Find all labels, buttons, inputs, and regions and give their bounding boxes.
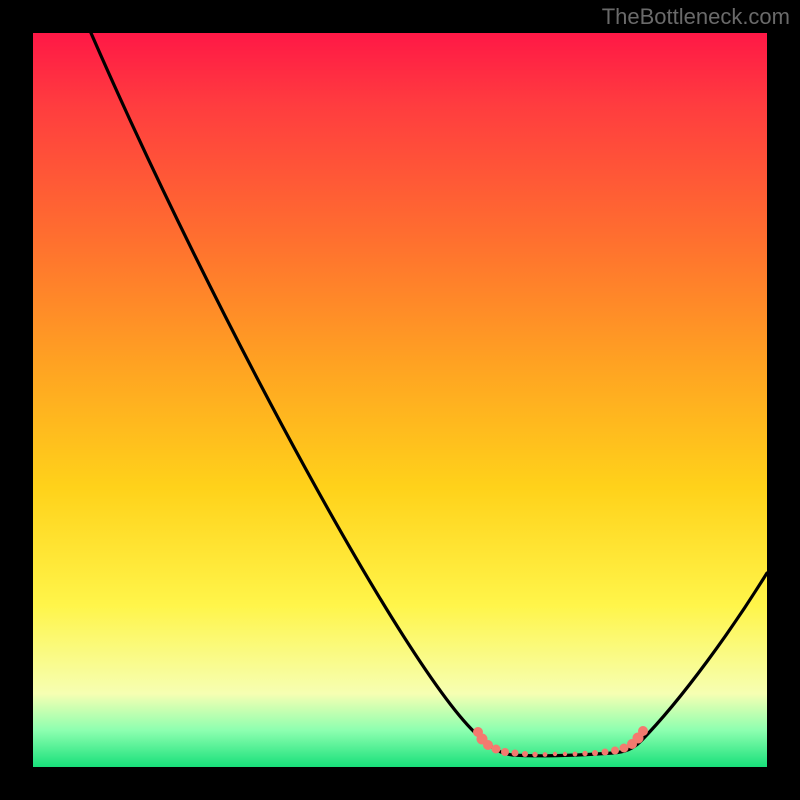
bottleneck-curve [91, 33, 767, 756]
plot-svg [33, 33, 767, 767]
left-dot-cluster [473, 727, 557, 757]
watermark-text: TheBottleneck.com [602, 4, 790, 30]
chart-root: TheBottleneck.com [0, 0, 800, 800]
plot-area [33, 33, 767, 767]
right-dot-cluster [563, 726, 648, 756]
